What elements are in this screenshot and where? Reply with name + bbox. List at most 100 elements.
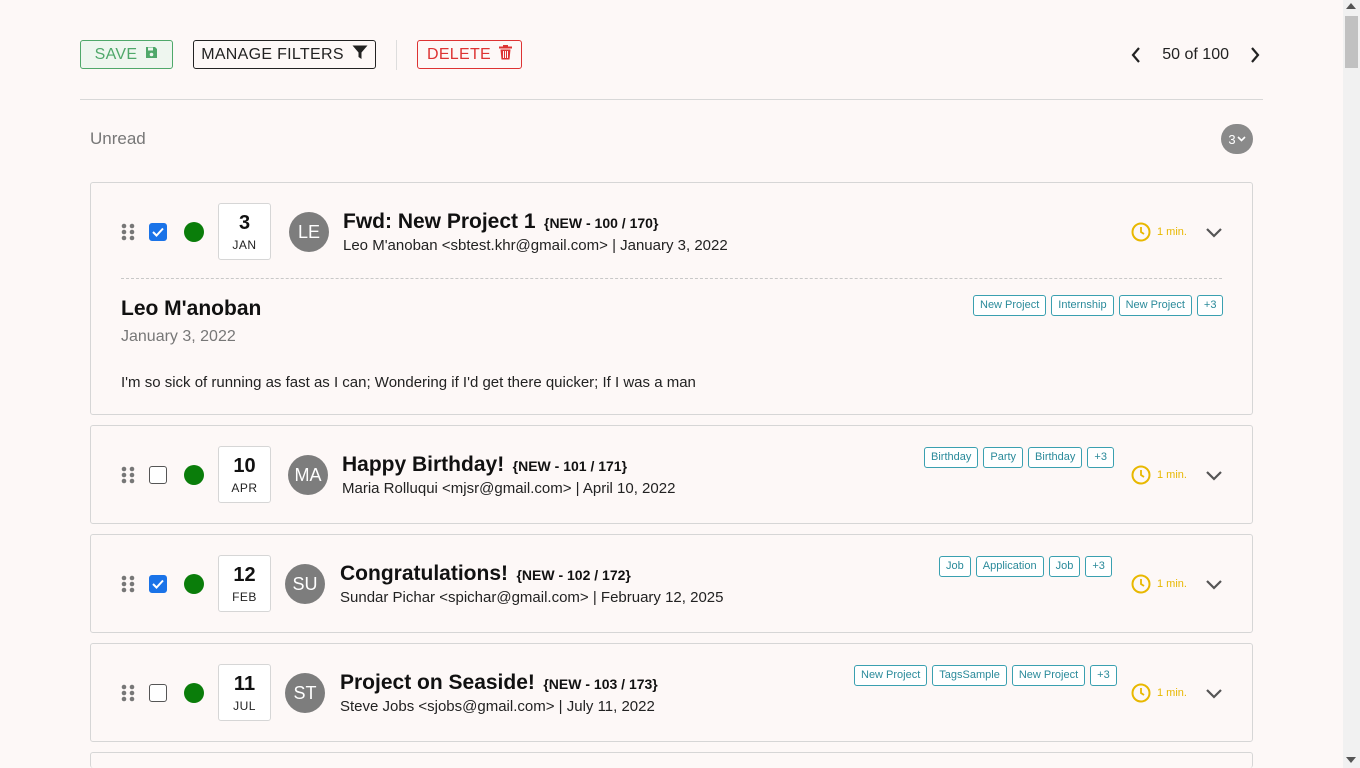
date-day: 3 bbox=[238, 211, 251, 234]
read-time-text: 1 min. bbox=[1157, 578, 1187, 590]
email-row[interactable]: 3 JAN LE Fwd: New Project 1 {NEW - 100 /… bbox=[91, 183, 1252, 281]
select-checkbox[interactable] bbox=[149, 575, 167, 593]
date-badge: 11 JUL bbox=[218, 664, 271, 721]
date-badge: 12 FEB bbox=[218, 555, 271, 612]
scroll-up-arrow-icon[interactable] bbox=[1346, 3, 1356, 9]
email-subject[interactable]: Fwd: New Project 1 {NEW - 100 / 170} bbox=[343, 210, 658, 234]
email-card[interactable]: 10 APR MA Happy Birthday! {NEW - 101 / 1… bbox=[90, 425, 1253, 524]
email-card[interactable]: 12 FEB SU Congratulations! {NEW - 102 / … bbox=[90, 534, 1253, 633]
email-row[interactable]: 11 JUL ST Project on Seaside! {NEW - 103… bbox=[91, 644, 1252, 742]
pagination: 50 of 100 bbox=[1128, 40, 1263, 70]
select-checkbox[interactable] bbox=[149, 684, 167, 702]
toolbar-divider bbox=[396, 40, 397, 70]
expand-chevron-icon[interactable] bbox=[1205, 687, 1223, 699]
trash-icon bbox=[499, 44, 513, 65]
email-subject[interactable]: Happy Birthday! {NEW - 101 / 171} bbox=[342, 453, 627, 477]
date-badge: 10 APR bbox=[218, 446, 271, 503]
expand-chevron-icon[interactable] bbox=[1205, 578, 1223, 590]
tag[interactable]: New Project bbox=[973, 295, 1047, 316]
toolbar-divider-line bbox=[80, 99, 1263, 100]
tag-list: Birthday Party Birthday +3 bbox=[924, 447, 1114, 468]
email-subject[interactable]: Project on Seaside! {NEW - 103 / 173} bbox=[340, 671, 658, 695]
scrollbar-track[interactable] bbox=[1343, 0, 1360, 768]
read-time: 1 min. bbox=[1131, 574, 1187, 594]
ticket-number: {NEW - 103 / 173} bbox=[543, 676, 658, 692]
drag-handle-icon[interactable] bbox=[121, 684, 135, 702]
save-button[interactable]: SAVE bbox=[80, 40, 173, 69]
read-time: 1 min. bbox=[1131, 222, 1187, 242]
tag[interactable]: Internship bbox=[1051, 295, 1114, 316]
date-day: 10 bbox=[233, 454, 256, 477]
subject-text: Happy Birthday! bbox=[342, 453, 505, 476]
sender-line: Maria Rolluqui <mjsr@gmail.com> | April … bbox=[342, 480, 676, 497]
status-dot bbox=[184, 222, 204, 242]
expanded-sender-name: Leo M'anoban bbox=[121, 297, 262, 320]
more-tags[interactable]: +3 bbox=[1196, 295, 1224, 316]
clock-icon bbox=[1131, 574, 1151, 594]
email-card[interactable] bbox=[90, 752, 1253, 768]
date-badge: 3 JAN bbox=[218, 203, 271, 260]
scroll-down-arrow-icon[interactable] bbox=[1346, 757, 1356, 763]
page-counter: 50 of 100 bbox=[1162, 46, 1229, 63]
scrollbar-thumb[interactable] bbox=[1345, 16, 1358, 68]
expand-chevron-icon[interactable] bbox=[1205, 469, 1223, 481]
tag[interactable]: Application bbox=[975, 556, 1044, 577]
date-month: JUL bbox=[233, 698, 256, 713]
expand-chevron-icon[interactable] bbox=[1205, 226, 1223, 238]
avatar: LE bbox=[289, 212, 329, 252]
read-time: 1 min. bbox=[1131, 683, 1187, 703]
tag[interactable]: New Project bbox=[1011, 665, 1086, 686]
tag[interactable]: Birthday bbox=[1028, 447, 1083, 468]
toolbar: SAVE MANAGE FILTERS DELETE 50 of 100 bbox=[80, 40, 1263, 70]
status-dot bbox=[184, 683, 204, 703]
tag[interactable]: Job bbox=[1048, 556, 1081, 577]
previous-page-icon[interactable] bbox=[1128, 46, 1144, 64]
drag-handle-icon[interactable] bbox=[121, 466, 135, 484]
delete-button-label: DELETE bbox=[426, 45, 492, 63]
delete-button[interactable]: DELETE bbox=[417, 40, 522, 69]
unread-count: 3 bbox=[1228, 131, 1236, 147]
more-tags[interactable]: +3 bbox=[1090, 665, 1117, 686]
tag[interactable]: New Project bbox=[854, 665, 928, 686]
email-card[interactable]: 11 JUL ST Project on Seaside! {NEW - 103… bbox=[90, 643, 1253, 742]
email-row[interactable]: 12 FEB SU Congratulations! {NEW - 102 / … bbox=[91, 535, 1252, 633]
manage-filters-button[interactable]: MANAGE FILTERS bbox=[193, 40, 376, 69]
drag-handle-icon[interactable] bbox=[121, 575, 135, 593]
select-checkbox[interactable] bbox=[149, 223, 167, 241]
read-time: 1 min. bbox=[1131, 465, 1187, 485]
more-tags[interactable]: +3 bbox=[1087, 447, 1114, 468]
filter-funnel-icon bbox=[352, 45, 368, 65]
subject-text: Fwd: New Project 1 bbox=[343, 210, 536, 233]
next-page-icon[interactable] bbox=[1247, 46, 1263, 64]
ticket-number: {NEW - 100 / 170} bbox=[544, 215, 659, 231]
tag[interactable]: Party bbox=[983, 447, 1024, 468]
expanded-date: January 3, 2022 bbox=[121, 328, 236, 345]
tag[interactable]: New Project bbox=[1118, 295, 1192, 316]
select-checkbox[interactable] bbox=[149, 466, 167, 484]
avatar: MA bbox=[288, 455, 328, 495]
tag[interactable]: Job bbox=[939, 556, 971, 577]
tag-list: New Project Internship New Project +3 bbox=[973, 295, 1224, 316]
date-month: JAN bbox=[232, 237, 257, 252]
read-time-text: 1 min. bbox=[1157, 687, 1187, 699]
floppy-disk-icon bbox=[145, 46, 158, 64]
more-tags[interactable]: +3 bbox=[1085, 556, 1112, 577]
tag-list: New Project TagsSample New Project +3 bbox=[854, 665, 1117, 686]
ticket-number: {NEW - 102 / 172} bbox=[516, 567, 631, 583]
status-dot bbox=[184, 574, 204, 594]
sender-line: Leo M'anoban <sbtest.khr@gmail.com> | Ja… bbox=[343, 237, 728, 254]
email-subject[interactable]: Congratulations! {NEW - 102 / 172} bbox=[340, 562, 631, 586]
tag[interactable]: Birthday bbox=[924, 447, 979, 468]
date-month: APR bbox=[231, 480, 258, 495]
drag-handle-icon[interactable] bbox=[121, 223, 135, 241]
unread-count-toggle[interactable]: 3 bbox=[1221, 124, 1253, 154]
expanded-divider bbox=[121, 278, 1222, 279]
date-day: 12 bbox=[233, 563, 256, 586]
email-row[interactable]: 10 APR MA Happy Birthday! {NEW - 101 / 1… bbox=[91, 426, 1252, 524]
email-card[interactable]: 3 JAN LE Fwd: New Project 1 {NEW - 100 /… bbox=[90, 182, 1253, 415]
tag-list: Job Application Job +3 bbox=[939, 556, 1112, 577]
tag[interactable]: TagsSample bbox=[932, 665, 1007, 686]
manage-filters-label: MANAGE FILTERS bbox=[201, 45, 344, 63]
ticket-number: {NEW - 101 / 171} bbox=[512, 458, 628, 474]
subject-text: Project on Seaside! bbox=[340, 671, 535, 694]
